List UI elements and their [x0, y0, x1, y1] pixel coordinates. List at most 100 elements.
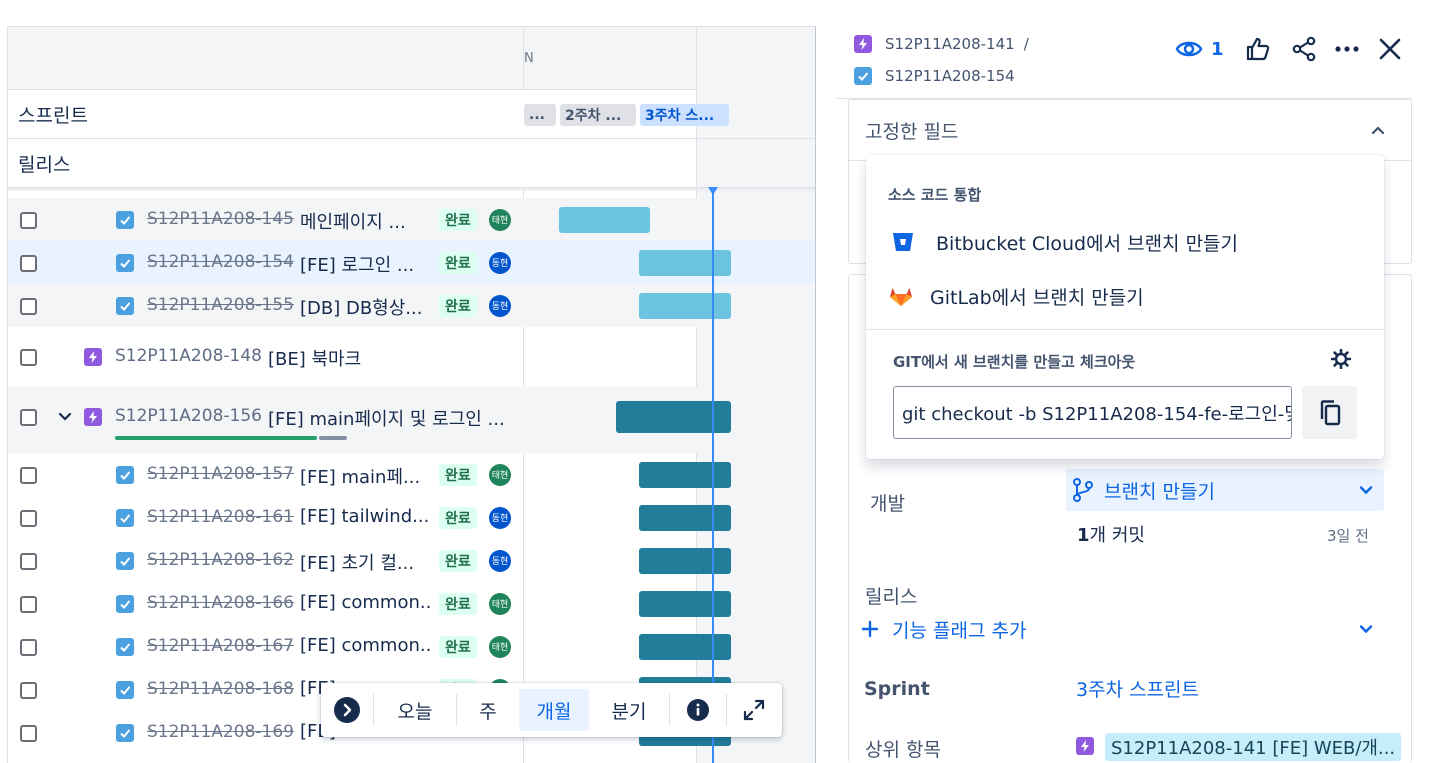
epic-icon — [1076, 737, 1094, 755]
row-select-checkbox[interactable] — [20, 409, 37, 426]
sprint-chip-2[interactable]: 2주차 ... — [560, 104, 636, 126]
release-row-label: 릴리스 — [8, 139, 524, 188]
info-button[interactable] — [670, 699, 726, 721]
sprint-value-link[interactable]: 3주차 스프린트 — [1076, 675, 1199, 702]
sprint-chip-1[interactable]: ... — [524, 104, 556, 126]
issue-key-link[interactable]: S12P11A208-155 — [147, 295, 294, 315]
releases-label: 릴리스 — [865, 586, 918, 608]
add-feature-flag-button[interactable]: 기능 플래그 추가 — [860, 615, 1384, 643]
assignee-avatar[interactable]: 태현 — [489, 208, 511, 231]
breadcrumb-parent-link[interactable]: S12P11A208-141 — [885, 35, 1015, 53]
fullscreen-button[interactable] — [727, 698, 781, 722]
issue-row[interactable]: S12P11A208-161 [FE] tailwind.... 완료 동현 — [8, 496, 815, 539]
issue-key-link[interactable]: S12P11A208-161 — [147, 507, 294, 527]
issue-key-link[interactable]: S12P11A208-162 — [147, 550, 294, 570]
sprint-chip-3[interactable]: 3주차 스... — [640, 104, 729, 126]
parent-value-lozenge[interactable]: S12P11A208-141 [FE] WEB/개... — [1105, 733, 1402, 761]
row-select-checkbox[interactable] — [20, 595, 37, 613]
month-view-button[interactable]: 개월 — [519, 689, 589, 731]
assignee-avatar[interactable]: 동현 — [489, 294, 511, 317]
issue-key-link[interactable]: S12P11A208-166 — [147, 593, 294, 613]
issue-title[interactable]: [FE] main페이지 및 로그인 ... — [268, 405, 518, 431]
issue-title[interactable]: [FE] common... — [300, 635, 430, 656]
row-select-checkbox[interactable] — [20, 297, 37, 315]
row-select-checkbox[interactable] — [20, 681, 37, 699]
row-select-checkbox[interactable] — [20, 509, 37, 527]
issue-row[interactable]: S12P11A208-155 [DB] DB형상... 완료 동현 — [8, 284, 815, 327]
row-select-checkbox[interactable] — [20, 552, 37, 570]
status-badge: 완료 — [439, 463, 477, 486]
assignee-avatar[interactable]: 태현 — [489, 635, 511, 658]
timeline-bar[interactable] — [639, 292, 731, 319]
row-select-checkbox[interactable] — [20, 254, 37, 272]
issue-title[interactable]: 메인페이지 ... — [300, 208, 430, 234]
issue-row[interactable]: S12P11A208-148 [BE] 북마크 — [8, 327, 815, 387]
task-icon — [116, 723, 134, 742]
expand-toolbar-button[interactable] — [321, 697, 373, 723]
issue-row[interactable]: S12P11A208-167 [FE] common... 완료 태현 — [8, 625, 815, 668]
gear-icon[interactable] — [1331, 349, 1351, 369]
issue-title[interactable]: [FE] 로그인 ... — [300, 251, 430, 277]
issue-title[interactable]: [BE] 북마크 — [268, 345, 518, 371]
watch-button[interactable]: 1 — [1175, 36, 1224, 62]
issue-row[interactable]: S12P11A208-157 [FE] main페... 완료 태현 — [8, 453, 815, 496]
issue-title[interactable]: [DB] DB형상... — [300, 294, 430, 320]
issue-row[interactable]: S12P11A208-145 메인페이지 ... 완료 태현 — [8, 198, 815, 241]
issue-key-link[interactable]: S12P11A208-167 — [147, 636, 294, 656]
timeline-bar[interactable] — [639, 547, 731, 574]
row-select-checkbox[interactable] — [20, 724, 37, 742]
issue-row[interactable]: S12P11A208-156 [FE] main페이지 및 로그인 ... — [8, 387, 815, 453]
more-actions-icon[interactable] — [1334, 36, 1360, 62]
issue-key-link[interactable]: S12P11A208-157 — [147, 464, 294, 484]
issue-title[interactable]: [FE] 초기 컬... — [300, 549, 430, 575]
breadcrumb-current-link[interactable]: S12P11A208-154 — [885, 67, 1015, 85]
issue-title[interactable]: [FE] main페... — [300, 463, 430, 489]
issue-row[interactable]: S12P11A208-166 [FE] common... 완료 태현 — [8, 582, 815, 625]
pinned-fields-header[interactable]: 고정한 필드 — [849, 100, 1411, 161]
issue-title[interactable]: [FE] common... — [300, 592, 430, 613]
timeline-bar[interactable] — [639, 590, 731, 617]
task-icon — [116, 253, 134, 272]
close-icon[interactable] — [1377, 36, 1403, 62]
issue-key-link[interactable]: S12P11A208-156 — [115, 406, 262, 426]
like-icon[interactable] — [1245, 36, 1271, 62]
issue-row[interactable]: S12P11A208-154 [FE] 로그인 ... 완료 동현 — [8, 241, 815, 284]
row-select-checkbox[interactable] — [20, 211, 37, 229]
chevron-down-icon[interactable] — [57, 409, 73, 425]
copy-command-button[interactable] — [1302, 386, 1357, 439]
week-view-button[interactable]: 주 — [457, 689, 519, 731]
quarter-view-button[interactable]: 분기 — [589, 689, 669, 731]
issue-key-link[interactable]: S12P11A208-168 — [147, 679, 294, 699]
chevron-up-icon — [1371, 126, 1385, 135]
assignee-avatar[interactable]: 태현 — [489, 463, 511, 486]
today-button[interactable]: 오늘 — [374, 689, 456, 731]
row-select-checkbox[interactable] — [20, 638, 37, 656]
gitlab-create-branch-item[interactable]: GitLab에서 브랜치 만들기 — [866, 273, 1384, 319]
issue-key-link[interactable]: S12P11A208-145 — [147, 209, 294, 229]
task-icon — [116, 210, 134, 229]
issue-row[interactable]: S12P11A208-162 [FE] 초기 컬... 완료 동현 — [8, 539, 815, 582]
assignee-avatar[interactable]: 태현 — [489, 592, 511, 615]
assignee-avatar[interactable]: 동현 — [489, 506, 511, 529]
issue-key-link[interactable]: S12P11A208-154 — [147, 252, 294, 272]
issue-key-link[interactable]: S12P11A208-169 — [147, 722, 294, 742]
timeline-bar[interactable] — [559, 206, 650, 233]
timeline-bar[interactable] — [639, 249, 731, 276]
share-icon[interactable] — [1291, 36, 1317, 62]
git-command-field[interactable]: git checkout -b S12P11A208-154-fe-로그인-및 — [893, 386, 1292, 439]
bitbucket-create-branch-item[interactable]: Bitbucket Cloud에서 브랜치 만들기 — [866, 219, 1384, 265]
row-select-checkbox[interactable] — [20, 466, 37, 484]
create-branch-label: 브랜치 만들기 — [1104, 480, 1215, 503]
issue-title[interactable]: [FE] tailwind.... — [300, 506, 430, 527]
create-branch-button[interactable]: 브랜치 만들기 — [1066, 469, 1384, 511]
assignee-avatar[interactable]: 동현 — [489, 549, 511, 572]
commit-count-link[interactable]: 1개 커밋 — [1077, 521, 1145, 547]
row-select-checkbox[interactable] — [20, 349, 37, 366]
assignee-avatar[interactable]: 동현 — [489, 251, 511, 274]
progress-remaining-bar — [319, 436, 347, 440]
timeline-bar[interactable] — [639, 461, 731, 488]
timeline-bar[interactable] — [639, 633, 731, 660]
timeline-bar[interactable] — [639, 504, 731, 531]
git-checkout-heading: GIT에서 새 브랜치를 만들고 체크아웃 — [893, 353, 1136, 371]
issue-key-link[interactable]: S12P11A208-148 — [115, 346, 262, 366]
